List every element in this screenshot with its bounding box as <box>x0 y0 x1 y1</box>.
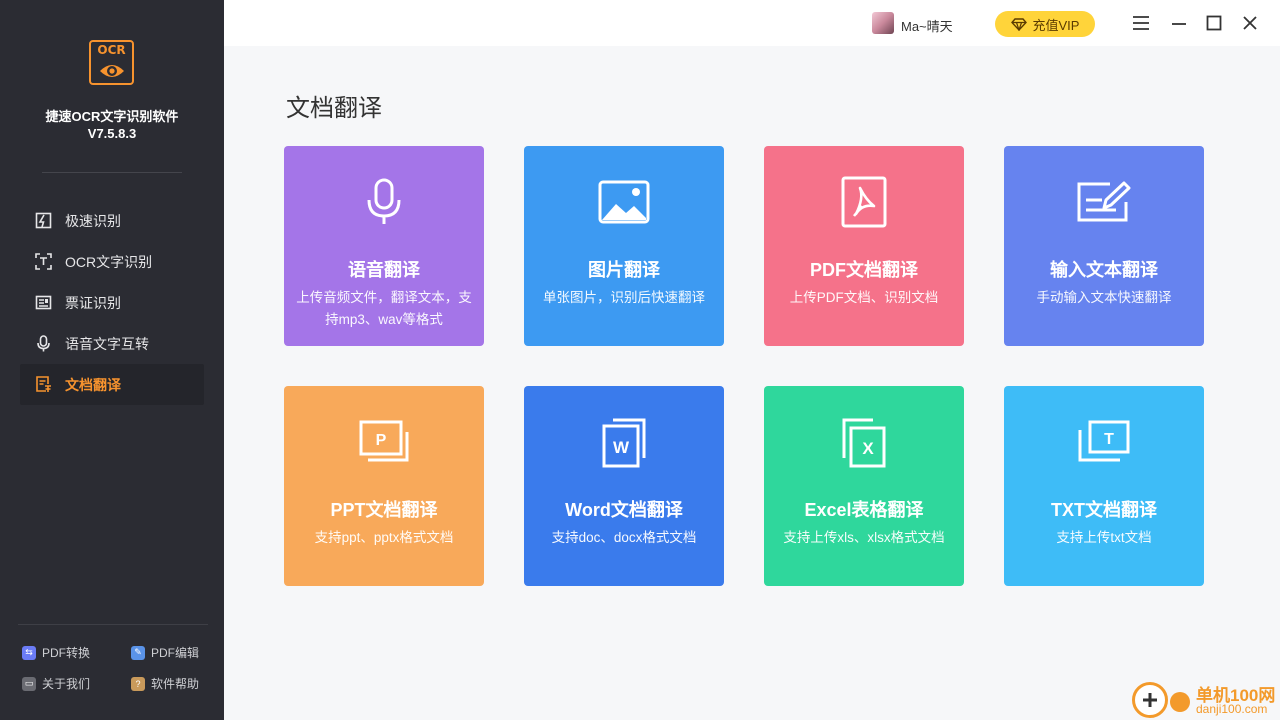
app-logo: OCR <box>89 40 134 85</box>
card-txt-translate[interactable]: T TXT文档翻译 支持上传txt文档 <box>1004 386 1204 586</box>
help-link[interactable]: ? 软件帮助 <box>131 675 199 692</box>
vip-label: 充值VIP <box>1032 17 1080 33</box>
avatar[interactable] <box>872 12 894 34</box>
card-description: 支持上传txt文档 <box>1056 530 1152 545</box>
link-label: 关于我们 <box>42 677 91 691</box>
card-description: 支持ppt、pptx格式文档 <box>314 530 454 545</box>
sidebar-item-label: 票证识别 <box>65 294 121 311</box>
sidebar-item-label: OCR文字识别 <box>65 253 153 270</box>
menu-icon[interactable] <box>1132 14 1150 32</box>
sidebar-item-ticket[interactable]: 票证识别 <box>20 282 204 323</box>
divider <box>18 624 208 625</box>
about-icon: ▭ <box>22 676 36 691</box>
divider <box>42 172 182 173</box>
excel-icon: X <box>834 414 894 470</box>
watermark: 单机100网 danji100.com <box>1130 678 1280 720</box>
fast-recognize-icon <box>34 212 52 230</box>
svg-text:W: W <box>613 438 630 457</box>
card-description: 上传PDF文档、识别文档 <box>789 290 939 305</box>
app-name: 捷速OCR文字识别软件 <box>45 109 179 124</box>
card-title: PPT文档翻译 <box>330 500 438 520</box>
vip-button[interactable]: 充值VIP <box>995 11 1095 37</box>
plus-icon <box>1143 693 1157 707</box>
card-excel-translate[interactable]: X Excel表格翻译 支持上传xls、xlsx格式文档 <box>764 386 964 586</box>
diamond-icon <box>1010 17 1027 31</box>
card-title: 语音翻译 <box>348 260 420 280</box>
card-description: 上传音频文件，翻译文本，支持mp3、wav等格式 <box>296 290 472 327</box>
word-icon: W <box>594 414 654 470</box>
help-icon: ? <box>131 676 145 691</box>
card-title: TXT文档翻译 <box>1051 500 1157 520</box>
card-title: Word文档翻译 <box>565 500 683 520</box>
card-description: 手动输入文本快速翻译 <box>1036 290 1172 305</box>
microphone-icon <box>354 174 414 230</box>
card-pdf-translate[interactable]: PDF文档翻译 上传PDF文档、识别文档 <box>764 146 964 346</box>
sidebar-item-ocr[interactable]: OCR文字识别 <box>20 241 204 282</box>
document-translate-icon <box>34 376 52 394</box>
sidebar-nav: 极速识别 OCR文字识别 票证识别 语音文字互转 文档翻译 <box>20 200 204 405</box>
pdf-icon <box>834 174 894 230</box>
microphone-icon <box>34 335 52 353</box>
card-description: 单张图片，识别后快速翻译 <box>543 290 705 305</box>
sidebar-item-voice[interactable]: 语音文字互转 <box>20 323 204 364</box>
svg-text:P: P <box>376 432 387 449</box>
link-label: PDF转换 <box>42 646 91 660</box>
txt-icon: T <box>1074 414 1134 470</box>
maximize-icon[interactable] <box>1205 14 1223 32</box>
watermark-url: danji100.com <box>1196 702 1268 716</box>
image-icon <box>594 174 654 230</box>
card-title: 输入文本翻译 <box>1050 260 1158 280</box>
card-title: 图片翻译 <box>588 260 660 280</box>
sidebar-item-label: 极速识别 <box>65 212 121 229</box>
pdf-edit-icon: ✎ <box>131 645 145 660</box>
card-word-translate[interactable]: W Word文档翻译 支持doc、docx格式文档 <box>524 386 724 586</box>
sidebar-item-doc-translate[interactable]: 文档翻译 <box>20 364 204 405</box>
eye-icon <box>100 65 124 77</box>
app-version: V7.5.8.3 <box>87 126 137 141</box>
page-title: 文档翻译 <box>286 95 382 122</box>
card-text-translate[interactable]: 输入文本翻译 手动输入文本快速翻译 <box>1004 146 1204 346</box>
sidebar: OCR 捷速OCR文字识别软件 V7.5.8.3 极速识别 OCR文字识别 票证… <box>0 0 224 720</box>
pdf-convert-link[interactable]: ⇆ PDF转换 <box>22 644 90 661</box>
watermark-dot <box>1170 692 1190 712</box>
sidebar-item-fast-recognize[interactable]: 极速识别 <box>20 200 204 241</box>
card-description: 支持doc、docx格式文档 <box>551 530 697 545</box>
ticket-icon <box>34 294 52 312</box>
card-title: PDF文档翻译 <box>810 260 918 280</box>
svg-text:T: T <box>1104 431 1114 448</box>
svg-text:X: X <box>862 439 874 458</box>
title-bar: Ma~晴天 充值VIP <box>224 0 1280 46</box>
close-icon[interactable] <box>1241 14 1259 32</box>
username[interactable]: Ma~晴天 <box>901 16 953 35</box>
card-description: 支持上传xls、xlsx格式文档 <box>783 530 945 545</box>
card-ppt-translate[interactable]: P PPT文档翻译 支持ppt、pptx格式文档 <box>284 386 484 586</box>
sidebar-item-label: 语音文字互转 <box>65 335 149 352</box>
sidebar-item-label: 文档翻译 <box>65 376 121 393</box>
about-link[interactable]: ▭ 关于我们 <box>22 675 90 692</box>
ocr-scan-icon <box>34 253 52 271</box>
link-label: PDF编辑 <box>151 646 200 660</box>
ppt-icon: P <box>354 414 414 470</box>
card-title: Excel表格翻译 <box>804 500 924 520</box>
minimize-icon[interactable] <box>1170 14 1188 32</box>
logo-text: OCR <box>97 43 126 57</box>
card-voice-translate[interactable]: 语音翻译 上传音频文件，翻译文本，支持mp3、wav等格式 <box>284 146 484 346</box>
text-edit-icon <box>1074 174 1134 230</box>
card-image-translate[interactable]: 图片翻译 单张图片，识别后快速翻译 <box>524 146 724 346</box>
link-label: 软件帮助 <box>151 677 200 691</box>
pdf-edit-link[interactable]: ✎ PDF编辑 <box>131 644 199 661</box>
pdf-convert-icon: ⇆ <box>22 645 36 660</box>
